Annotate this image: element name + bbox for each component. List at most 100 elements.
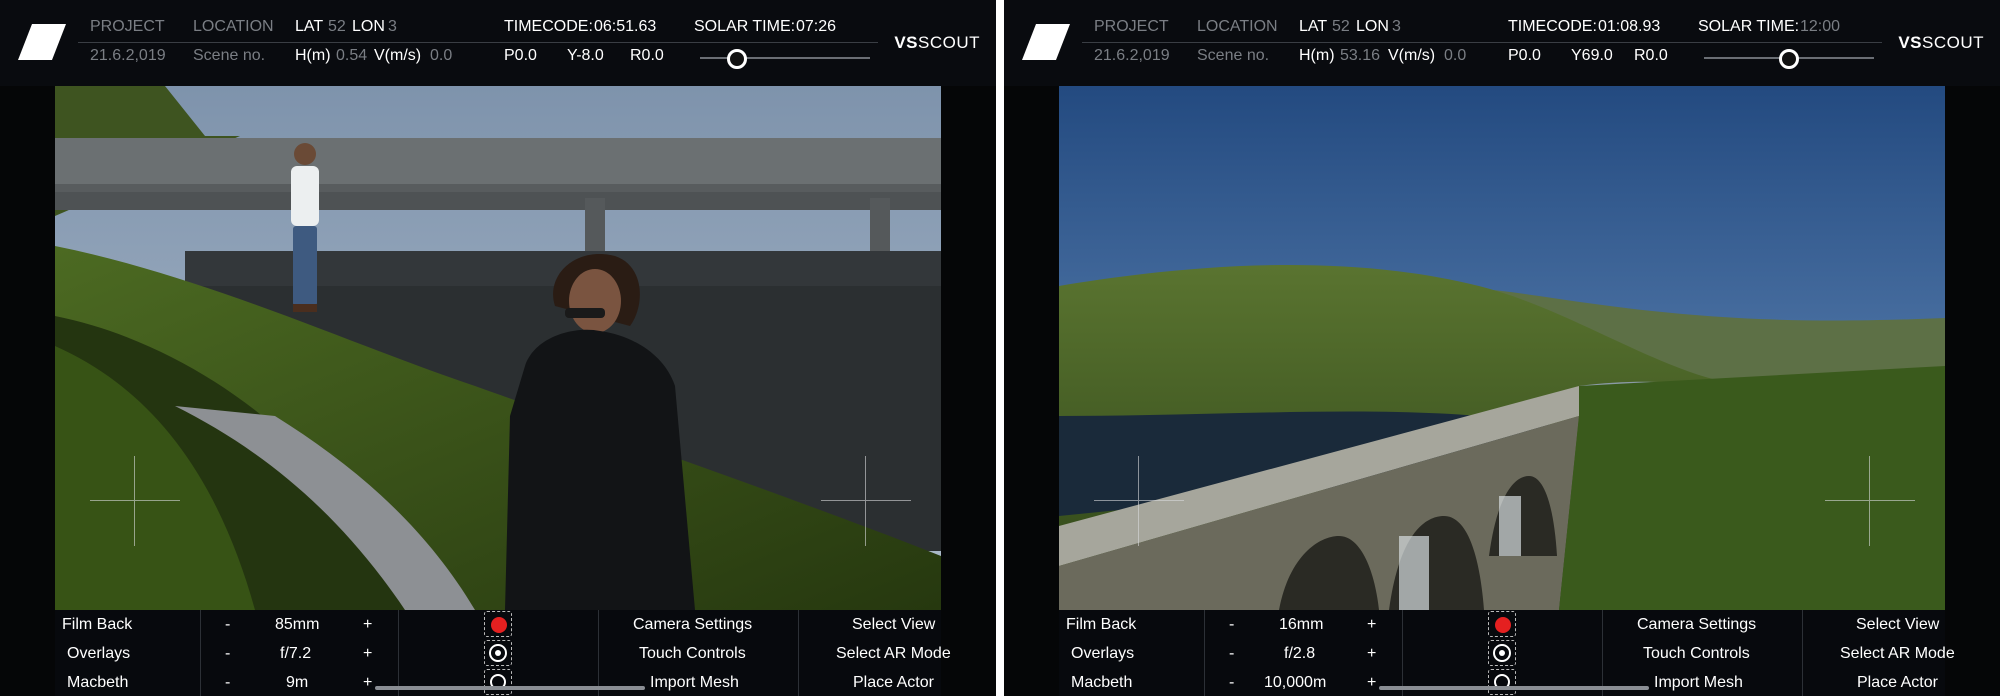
vscout-brand: VSSCOUT — [894, 33, 980, 52]
solar-time-value: 07:26 — [796, 18, 837, 35]
panel-divider — [996, 0, 1004, 696]
distance-minus-button[interactable]: - — [1229, 674, 1234, 692]
focus-button[interactable] — [1488, 669, 1516, 695]
project-label: PROJECT — [1094, 18, 1169, 35]
top-hud: PROJECT LOCATION 21.6.2,019 Scene no. LA… — [1004, 0, 2000, 86]
right-margin — [1945, 0, 2000, 696]
scene-dam-walkway — [55, 86, 941, 610]
home-indicator[interactable] — [1379, 686, 1649, 690]
project-label: PROJECT — [90, 18, 165, 35]
scene-number[interactable]: Scene no. — [193, 47, 265, 65]
aperture-minus-button[interactable]: - — [225, 645, 230, 663]
solar-time-slider-knob[interactable] — [727, 49, 748, 69]
select-view-button[interactable]: Select View — [1856, 616, 1939, 634]
aperture-button[interactable] — [484, 640, 512, 666]
macbeth-label: Macbeth — [67, 674, 129, 691]
camera-viewport[interactable] — [55, 86, 941, 610]
pitch-value: P0.0 — [1508, 47, 1541, 64]
record-button[interactable] — [484, 611, 512, 637]
bottom-controls: Film Back - 85mm + Camera Settings Selec… — [55, 610, 951, 696]
bottom-controls: Film Back - 16mm + Camera Settings Selec… — [1059, 610, 1955, 696]
header-divider — [78, 42, 878, 43]
lon-value: 3 — [1392, 18, 1401, 35]
header-divider — [1082, 42, 1882, 43]
film-back-label: Film Back — [1066, 616, 1137, 633]
film-back-plus-button[interactable]: + — [363, 616, 372, 634]
place-actor-button[interactable]: Place Actor — [853, 674, 934, 692]
camera-settings-button[interactable]: Camera Settings — [1637, 616, 1756, 634]
aperture-plus-button[interactable]: + — [1367, 645, 1376, 663]
import-mesh-button[interactable]: Import Mesh — [1654, 674, 1743, 692]
crosshair-right — [821, 456, 911, 546]
lat-label: LAT — [295, 18, 324, 35]
film-back-value: 85mm — [275, 616, 320, 633]
date-value: 21.6.2,019 — [90, 47, 166, 64]
solar-time-slider[interactable] — [700, 57, 870, 59]
crosshair-left — [1094, 456, 1184, 546]
timecode-value: 06:51.63 — [594, 18, 657, 35]
top-hud: PROJECT LOCATION 21.6.2,019 Scene no. LA… — [0, 0, 996, 86]
scout-panel-right: PROJECT LOCATION 21.6.2,019 Scene no. LA… — [1004, 0, 2000, 696]
timecode-label: TIMECODE: — [1508, 18, 1597, 35]
date-value: 21.6.2,019 — [1094, 47, 1170, 64]
velocity-label: V(m/s) — [1388, 47, 1436, 64]
lon-label: LON — [352, 18, 385, 35]
home-indicator[interactable] — [375, 686, 645, 690]
yaw-value: Y-8.0 — [567, 47, 604, 64]
film-back-minus-button[interactable]: - — [225, 616, 230, 634]
scene-dam-aerial — [1059, 86, 1945, 610]
record-button[interactable] — [1488, 611, 1516, 637]
distance-value: 9m — [286, 674, 309, 691]
aperture-icon — [489, 644, 507, 662]
film-back-minus-button[interactable]: - — [1229, 616, 1234, 634]
vscout-brand: VSSCOUT — [1898, 33, 1984, 52]
touch-controls-button[interactable]: Touch Controls — [639, 645, 746, 663]
select-ar-mode-button[interactable]: Select AR Mode — [1840, 645, 1955, 663]
roll-value: R0.0 — [630, 47, 664, 64]
lat-label: LAT — [1299, 18, 1328, 35]
focus-icon — [490, 674, 506, 690]
distance-value: 10,000m — [1264, 674, 1327, 691]
height-label: H(m) — [1299, 47, 1335, 64]
film-back-plus-button[interactable]: + — [1367, 616, 1376, 634]
place-actor-button[interactable]: Place Actor — [1857, 674, 1938, 692]
aperture-minus-button[interactable]: - — [1229, 645, 1234, 663]
focus-button[interactable] — [484, 669, 512, 695]
select-view-button[interactable]: Select View — [852, 616, 935, 634]
left-margin — [0, 0, 55, 696]
location-label: LOCATION — [193, 18, 274, 35]
macbeth-label: Macbeth — [1071, 674, 1133, 691]
solar-time-label: SOLAR TIME: — [1698, 18, 1800, 35]
film-back-value: 16mm — [1279, 616, 1324, 633]
yaw-value: Y69.0 — [1571, 47, 1613, 64]
distance-plus-button[interactable]: + — [1367, 674, 1376, 692]
import-mesh-button[interactable]: Import Mesh — [650, 674, 739, 692]
distance-minus-button[interactable]: - — [225, 674, 230, 692]
record-icon — [1495, 617, 1511, 633]
focus-icon — [1494, 674, 1510, 690]
lon-label: LON — [1356, 18, 1389, 35]
select-ar-mode-button[interactable]: Select AR Mode — [836, 645, 951, 663]
height-label: H(m) — [295, 47, 331, 64]
scene-number[interactable]: Scene no. — [1197, 47, 1269, 65]
overlays-label: Overlays — [1071, 645, 1135, 662]
app-logo-icon[interactable] — [18, 24, 66, 60]
aperture-value: f/7.2 — [280, 645, 312, 662]
camera-viewport[interactable] — [1059, 86, 1945, 610]
solar-time-label: SOLAR TIME: — [694, 18, 796, 35]
timecode-label: TIMECODE: — [504, 18, 593, 35]
touch-controls-button[interactable]: Touch Controls — [1643, 645, 1750, 663]
solar-time-slider-knob[interactable] — [1779, 49, 1799, 69]
app-logo-icon[interactable] — [1022, 24, 1070, 60]
solar-time-value: 12:00 — [1800, 18, 1841, 35]
height-value: 0.54 — [336, 47, 368, 64]
velocity-value: 0.0 — [1444, 47, 1467, 64]
lat-value: 52 — [328, 18, 346, 35]
aperture-button[interactable] — [1488, 640, 1516, 666]
height-value: 53.16 — [1340, 47, 1381, 64]
lon-value: 3 — [388, 18, 397, 35]
aperture-value: f/2.8 — [1284, 645, 1316, 662]
distance-plus-button[interactable]: + — [363, 674, 372, 692]
aperture-plus-button[interactable]: + — [363, 645, 372, 663]
camera-settings-button[interactable]: Camera Settings — [633, 616, 752, 634]
